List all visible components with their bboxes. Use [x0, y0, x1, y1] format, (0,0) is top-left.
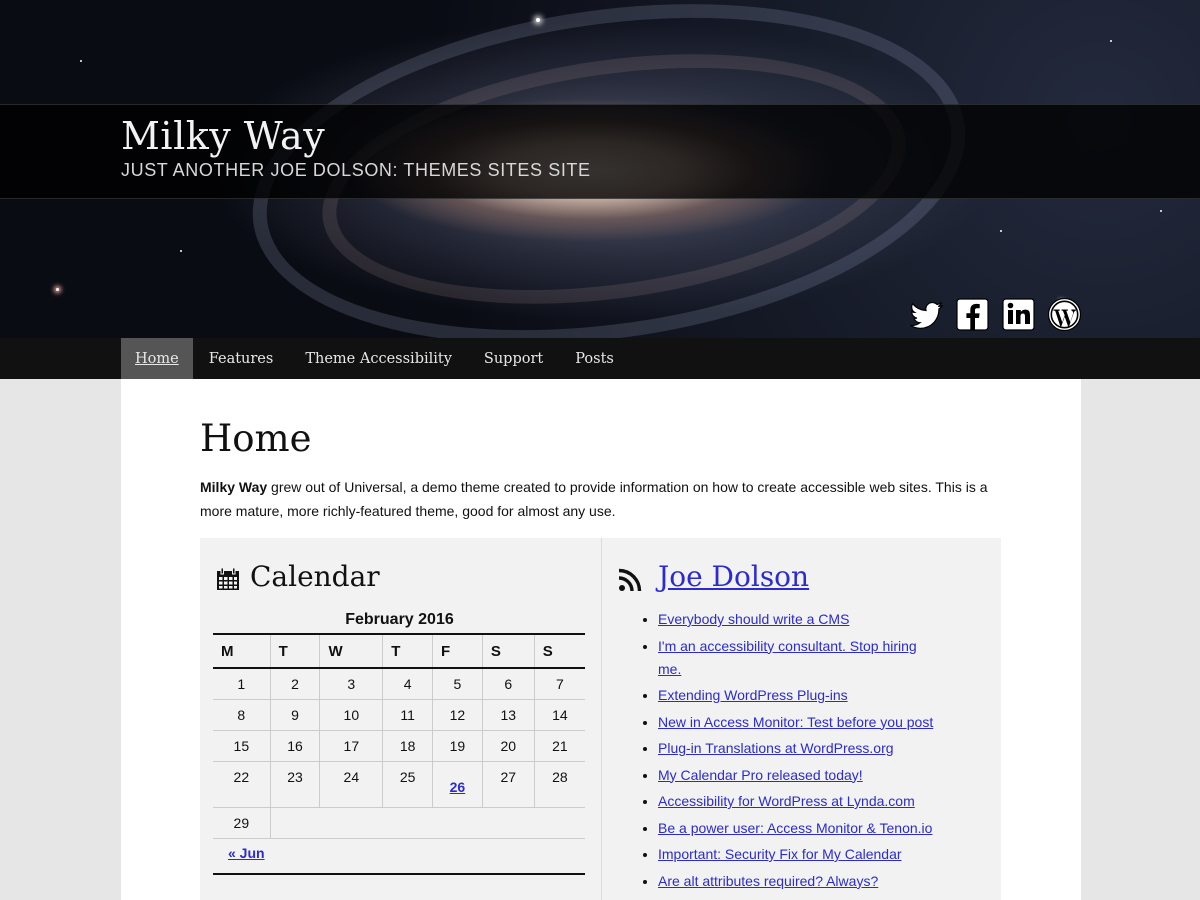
weekday-header: W [319, 633, 383, 669]
feed-item-link[interactable]: Plug-in Translations at WordPress.org [658, 737, 1018, 760]
calendar-empty-cell [269, 807, 585, 839]
widget-area: Calendar February 2016 M T W T F S S 1 2… [200, 538, 1001, 900]
calendar-day: 6 [481, 668, 535, 700]
main-navigation: Home Features Theme Accessibility Suppor… [0, 338, 1200, 379]
calendar-day: 20 [481, 730, 535, 762]
calendar-week: 8 9 10 11 12 13 14 [213, 699, 585, 731]
calendar-icon [217, 567, 239, 590]
calendar-day: 24 [319, 761, 383, 808]
calendar-day: 18 [382, 730, 433, 762]
calendar-week: 1 2 3 4 5 6 7 [213, 668, 585, 700]
nav-item-theme-accessibility[interactable]: Theme Accessibility [289, 338, 468, 379]
calendar-day-link[interactable]: 26 [432, 761, 483, 808]
weekday-header: T [382, 633, 433, 669]
calendar-day: 7 [533, 668, 585, 700]
calendar-day: 29 [213, 807, 271, 839]
calendar-day: 23 [269, 761, 320, 808]
star [1110, 40, 1112, 42]
star [56, 288, 59, 291]
calendar-day: 3 [319, 668, 383, 700]
feed-item-link[interactable]: I'm an accessibility consultant. Stop hi… [658, 635, 928, 681]
main-content: Home Milky Way grew out of Universal, a … [121, 379, 1081, 900]
star [536, 18, 540, 22]
calendar-day: 14 [533, 699, 585, 731]
calendar-day: 5 [432, 668, 483, 700]
calendar-day: 21 [533, 730, 585, 762]
rss-icon [618, 568, 642, 592]
star [1000, 230, 1002, 232]
intro-paragraph: Milky Way grew out of Universal, a demo … [200, 475, 1010, 523]
social-links [908, 296, 1083, 334]
star [80, 60, 82, 62]
calendar-day: 28 [533, 761, 585, 808]
page-title: Home [200, 417, 312, 460]
calendar-day: 10 [319, 699, 383, 731]
weekday-header: T [269, 633, 320, 669]
feed-item-link[interactable]: Are alt attributes required? Always? [658, 870, 1018, 893]
calendar-day: 1 [213, 668, 271, 700]
calendar-day: 8 [213, 699, 271, 731]
calendar-day: 19 [432, 730, 483, 762]
calendar-day: 25 [382, 761, 433, 808]
wordpress-icon[interactable] [1046, 296, 1083, 333]
feed-item-link[interactable]: Everybody should write a CMS [658, 608, 1018, 631]
site-title[interactable]: Milky Way [121, 114, 325, 158]
calendar-day: 2 [269, 668, 320, 700]
twitter-icon[interactable] [908, 296, 945, 333]
calendar-table: M T W T F S S 1 2 3 4 5 6 7 8 9 10 11 12… [213, 633, 585, 839]
linkedin-icon[interactable] [1000, 296, 1037, 333]
weekday-header: M [213, 633, 271, 669]
calendar-day: 12 [432, 699, 483, 731]
weekday-header: F [432, 633, 483, 669]
calendar-day: 16 [269, 730, 320, 762]
calendar-widget-title: Calendar [250, 560, 380, 593]
weekday-header: S [533, 633, 585, 669]
calendar-bottom-rule [213, 873, 585, 875]
calendar-day: 9 [269, 699, 320, 731]
calendar-week: 29 [213, 807, 585, 839]
feed-item-link[interactable]: Accessibility for WordPress at Lynda.com [658, 790, 1018, 813]
calendar-day: 13 [481, 699, 535, 731]
calendar-day: 15 [213, 730, 271, 762]
calendar-day: 17 [319, 730, 383, 762]
calendar-caption: February 2016 [345, 611, 454, 628]
star [180, 250, 182, 252]
weekday-header: S [481, 633, 535, 669]
nav-item-support[interactable]: Support [468, 338, 559, 379]
calendar-day: 4 [382, 668, 433, 700]
nav-item-features[interactable]: Features [193, 338, 290, 379]
feed-item-link[interactable]: New in Access Monitor: Test before you p… [658, 711, 1018, 734]
feed-title-link[interactable]: Joe Dolson [658, 560, 809, 593]
site-description: JUST ANOTHER JOE DOLSON: THEMES SITES SI… [121, 160, 591, 180]
star [1160, 210, 1162, 212]
calendar-prev-link[interactable]: « Jun [228, 845, 265, 861]
calendar-week: 15 16 17 18 19 20 21 [213, 730, 585, 762]
facebook-icon[interactable] [954, 296, 991, 333]
intro-bold: Milky Way [200, 479, 268, 495]
feed-item-link[interactable]: My Calendar Pro released today! [658, 764, 1018, 787]
calendar-day: 22 [213, 761, 271, 808]
nav-item-posts[interactable]: Posts [559, 338, 630, 379]
feed-item-link[interactable]: Important: Security Fix for My Calendar [658, 843, 1018, 866]
calendar-week: 22 23 24 25 26 27 28 [213, 761, 585, 808]
calendar-day: 27 [481, 761, 535, 808]
calendar-day: 11 [382, 699, 433, 731]
feed-item-link[interactable]: Extending WordPress Plug-ins [658, 684, 1018, 707]
widget-divider [601, 538, 602, 900]
feed-list: Everybody should write a CMS I'm an acce… [640, 608, 1018, 896]
calendar-header-row: M T W T F S S [213, 633, 585, 669]
nav-item-home[interactable]: Home [121, 338, 193, 379]
intro-text: grew out of Universal, a demo theme crea… [200, 479, 988, 519]
feed-item-link[interactable]: Be a power user: Access Monitor & Tenon.… [658, 817, 1018, 840]
header-banner: Milky Way JUST ANOTHER JOE DOLSON: THEME… [0, 0, 1200, 338]
